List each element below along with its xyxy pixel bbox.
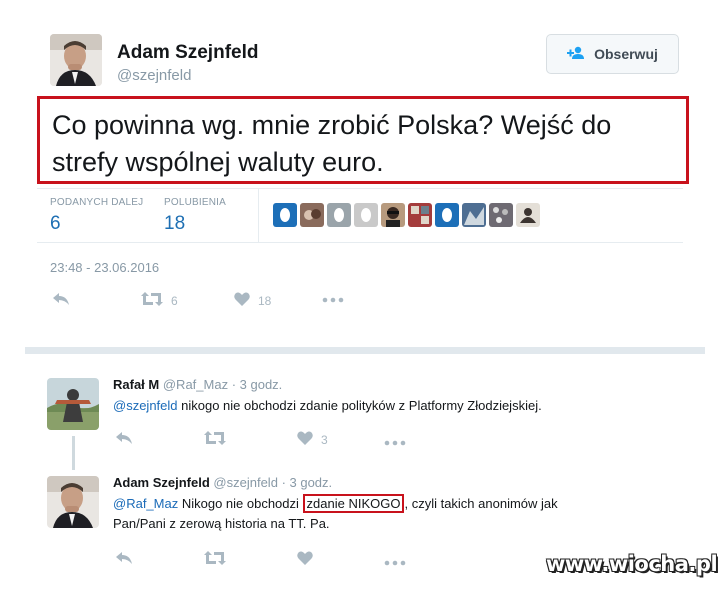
author-avatar[interactable] [50, 34, 102, 86]
follow-label: Obserwuj [594, 46, 658, 62]
like-count: 18 [258, 293, 272, 308]
more-button[interactable] [384, 555, 406, 569]
tweet-stats: PODANYCH DALEJ 6 POLUBIENIA 18 [37, 188, 683, 243]
liker-avatar[interactable] [273, 203, 297, 227]
like-button[interactable]: 18 [234, 292, 271, 309]
liker-avatar[interactable] [327, 203, 351, 227]
liker-avatar[interactable] [462, 203, 486, 227]
reply-author-handle[interactable]: @szejnfeld [213, 475, 278, 490]
reply-body-end: , czyli takich anonimów jak [404, 496, 558, 511]
liker-avatar[interactable] [300, 203, 324, 227]
retweets-value: 6 [50, 213, 61, 234]
retweet-button[interactable]: 6 [141, 292, 178, 309]
reply-text: @Raf_Maz Nikogo nie obchodzi zdanie NIKO… [113, 494, 673, 534]
reply-header: Adam Szejnfeld @szejnfeld · 3 godz. [113, 475, 332, 490]
reply-author-name[interactable]: Adam Szejnfeld [113, 475, 210, 490]
heart-icon [297, 551, 313, 568]
liker-avatar[interactable] [354, 203, 378, 227]
thread-line [72, 436, 75, 470]
retweet-icon [204, 551, 226, 568]
tweet-timestamp[interactable]: 23:48 - 23.06.2016 [50, 260, 159, 275]
reply-text: @szejnfeld nikogo nie obchodzi zdanie po… [113, 396, 673, 416]
follow-button[interactable]: Obserwuj [546, 34, 679, 74]
retweet-count: 6 [171, 293, 178, 308]
liker-avatar[interactable] [381, 203, 405, 227]
retweet-icon [141, 292, 163, 309]
like-button[interactable]: 3 [297, 431, 328, 448]
heart-icon [297, 431, 313, 448]
stats-separator [258, 189, 259, 242]
likes-value: 18 [164, 213, 186, 234]
more-icon [384, 555, 406, 569]
retweet-icon [204, 431, 226, 448]
more-button[interactable] [384, 435, 406, 449]
like-button[interactable] [297, 551, 313, 568]
highlighted-phrase: zdanie NIKOGO [302, 494, 405, 513]
reply-time[interactable]: · 3 godz. [282, 475, 333, 490]
reply-button[interactable] [52, 292, 70, 309]
reply-author-handle[interactable]: @Raf_Maz [163, 377, 228, 392]
liker-avatar[interactable] [435, 203, 459, 227]
author-handle[interactable]: @szejnfeld [117, 67, 191, 84]
reply-icon [52, 292, 70, 309]
likes-label: POLUBIENIA [164, 197, 227, 208]
more-icon [384, 435, 406, 449]
liker-avatar[interactable] [489, 203, 513, 227]
reply-time[interactable]: · 3 godz. [232, 377, 283, 392]
heart-icon [234, 292, 250, 309]
liker-avatars [273, 203, 540, 227]
liker-avatar[interactable] [516, 203, 540, 227]
reply-author-avatar[interactable] [47, 476, 99, 528]
like-count: 3 [321, 432, 328, 447]
more-button[interactable] [322, 292, 344, 306]
add-user-icon [567, 46, 587, 63]
reply-body: nikogo nie obchodzi zdanie polityków z P… [177, 398, 542, 413]
reply-body-start: Nikogo nie obchodzi [178, 496, 303, 511]
author-name[interactable]: Adam Szejnfeld [117, 42, 258, 64]
reply-button[interactable] [115, 551, 133, 568]
reply-mention[interactable]: @Raf_Maz [113, 496, 178, 511]
reply-icon [115, 551, 133, 568]
reply-author-avatar[interactable] [47, 378, 99, 430]
reply-icon [115, 431, 133, 448]
retweet-button[interactable] [204, 551, 226, 568]
liker-avatar[interactable] [408, 203, 432, 227]
section-divider [25, 347, 705, 354]
more-icon [322, 292, 344, 306]
retweets-label: PODANYCH DALEJ [50, 197, 144, 208]
reply-author-name[interactable]: Rafał M [113, 377, 159, 392]
reply-header: Rafał M @Raf_Maz · 3 godz. [113, 377, 282, 392]
reply-body-line2: Pan/Pani z zerową historia na TT. Pa. [113, 516, 330, 531]
retweet-button[interactable] [204, 431, 226, 448]
retweets-stat[interactable]: PODANYCH DALEJ 6 [50, 197, 143, 235]
reply-mention[interactable]: @szejnfeld [113, 398, 178, 413]
site-watermark: www.wiocha.pl [546, 552, 718, 576]
likes-stat[interactable]: POLUBIENIA 18 [164, 197, 226, 235]
main-tweet: Adam Szejnfeld @szejnfeld Obserwuj Co po… [0, 0, 728, 345]
tweet-text: Co powinna wg. mnie zrobić Polska? Wejść… [52, 110, 612, 177]
tweet-text-highlight: Co powinna wg. mnie zrobić Polska? Wejść… [37, 96, 689, 184]
reply-button[interactable] [115, 431, 133, 448]
